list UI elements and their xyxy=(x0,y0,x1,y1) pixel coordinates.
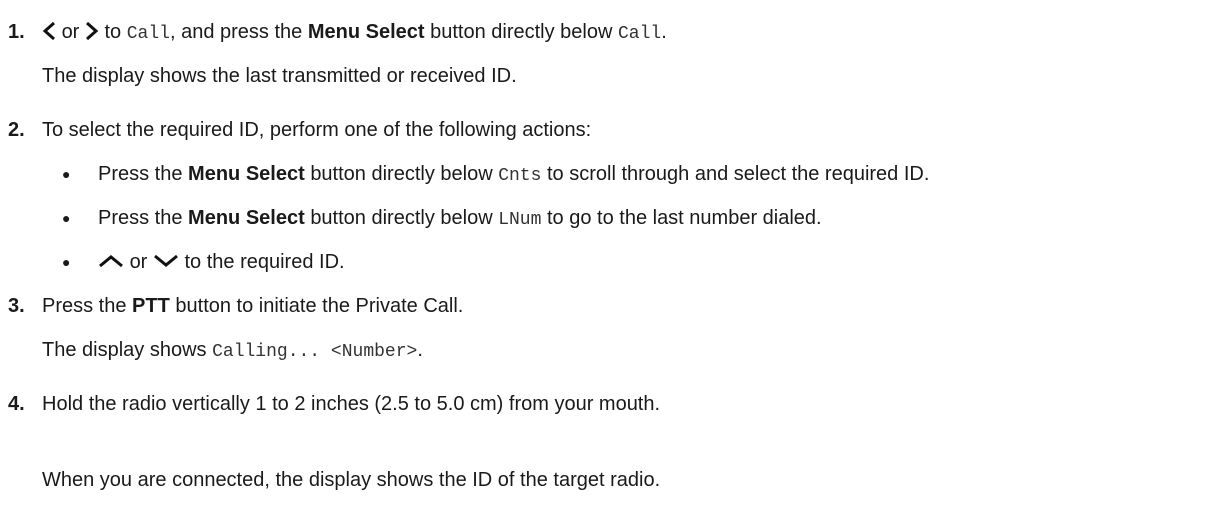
term-call: Call xyxy=(126,24,170,44)
chevron-up-icon xyxy=(98,254,124,268)
term-cnts: Cnts xyxy=(498,166,542,186)
bullet-dot: ● xyxy=(62,254,71,270)
step-1-result: The display shows the last transmitted o… xyxy=(42,65,517,87)
chevron-left-icon xyxy=(42,21,56,41)
step-4-instruction: Hold the radio vertically 1 to 2 inches … xyxy=(42,393,661,415)
step-1-instruction: or to Call, and press the Menu Select bu… xyxy=(42,20,667,44)
step-number: 2. xyxy=(8,119,25,141)
term-lnum: LNum xyxy=(498,210,542,230)
menu-select-term: Menu Select xyxy=(307,21,425,43)
step-4-result: When you are connected, the display show… xyxy=(42,469,661,491)
chevron-right-icon xyxy=(85,21,99,41)
ptt-term: PTT xyxy=(132,295,170,317)
step-number: 1. xyxy=(8,21,25,43)
term-call: Call xyxy=(617,24,662,44)
menu-select-term: Menu Select xyxy=(188,163,305,185)
step-number: 4. xyxy=(8,393,25,415)
bullet-item: or to the required ID. xyxy=(98,250,345,274)
bullet-item: Press the Menu Select button directly be… xyxy=(98,163,930,186)
step-2-instruction: To select the required ID, perform one o… xyxy=(42,119,592,141)
step-3-instruction: Press the PTT button to initiate the Pri… xyxy=(42,295,464,317)
bullet-item: Press the Menu Select button directly be… xyxy=(98,207,822,230)
bullet-dot: ● xyxy=(62,210,71,226)
bullet-dot: ● xyxy=(62,166,71,182)
chevron-down-icon xyxy=(153,254,179,268)
term-calling: Calling... <Number> xyxy=(212,342,418,362)
step-3-result: The display shows Calling... <Number>. xyxy=(42,339,423,362)
step-number: 3. xyxy=(8,295,25,317)
menu-select-term: Menu Select xyxy=(188,207,305,229)
